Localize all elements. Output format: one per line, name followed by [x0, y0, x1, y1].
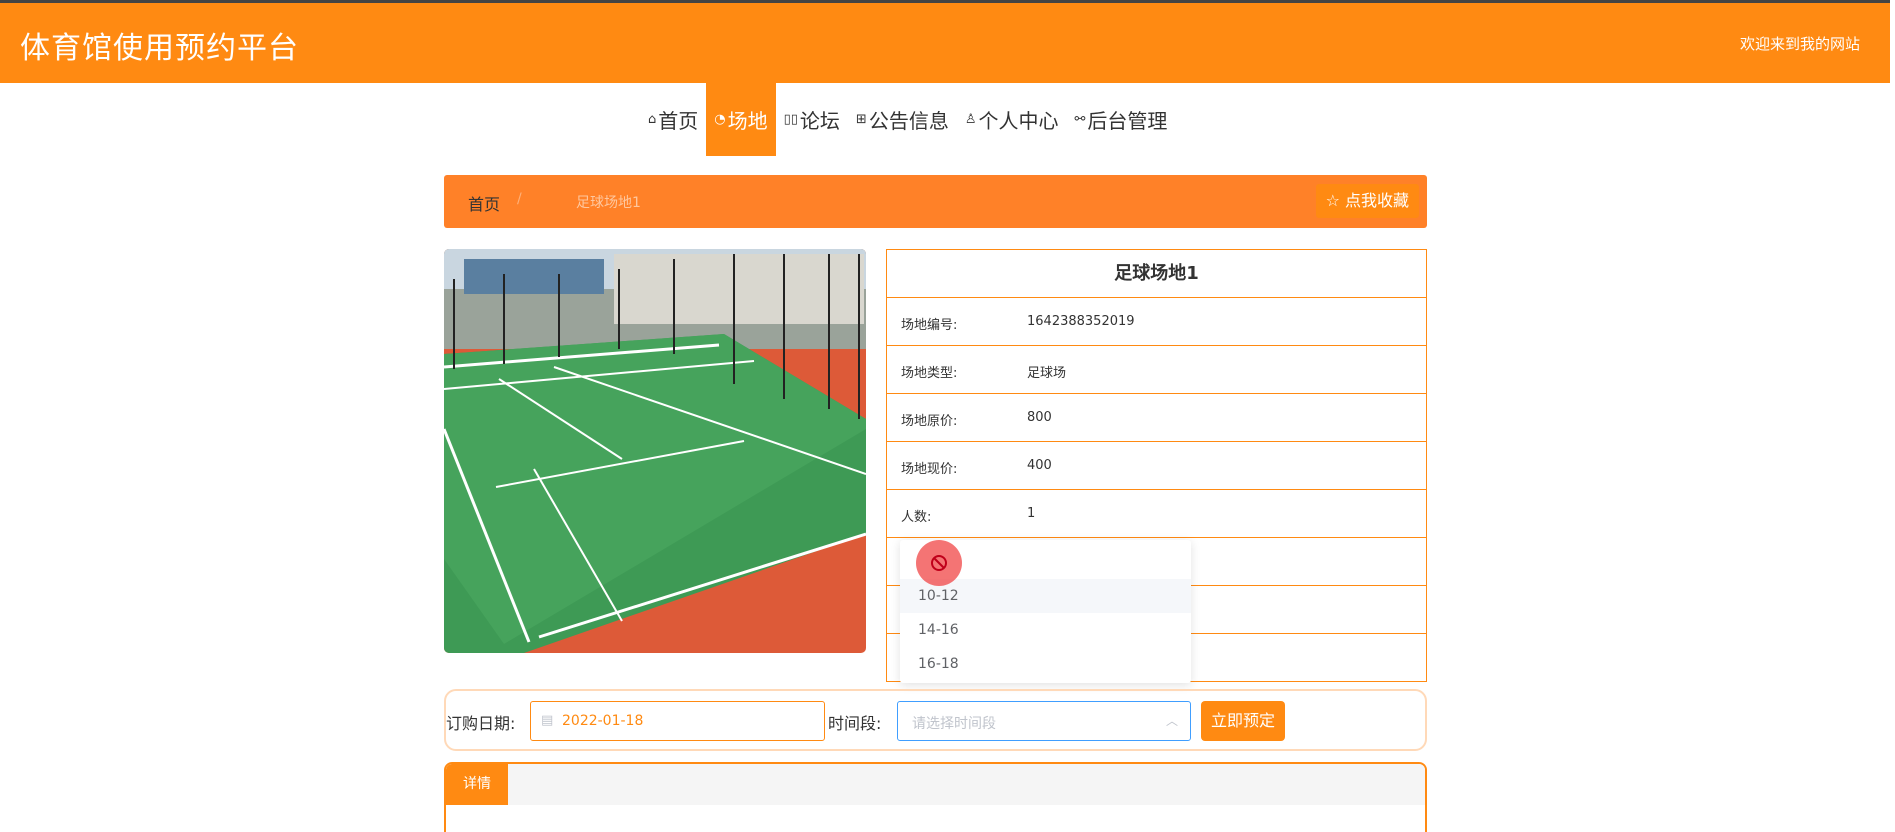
grid-icon: ⊞ — [855, 112, 867, 127]
info-value: 足球场 — [1027, 366, 1067, 381]
nav-item-venue[interactable]: ◔ 场地 — [706, 83, 776, 156]
nav-item-forum[interactable]: ▯▯ 论坛 — [776, 83, 848, 156]
order-date-picker[interactable]: ▤ 2022-01-18 — [530, 701, 825, 741]
chevron-up-icon: ︿ — [1165, 714, 1178, 728]
welcome-text: 欢迎来到我的网站 — [1739, 35, 1860, 53]
home-icon: ⌂ — [648, 112, 657, 127]
info-value: 1642388352019 — [1027, 314, 1135, 329]
link-icon: ⚯ — [1074, 112, 1086, 127]
time-slot-placeholder: 请选择时间段 — [912, 716, 996, 732]
favorite-button[interactable]: ☆ 点我收藏 — [1315, 184, 1419, 218]
info-label: 场地编号: — [901, 318, 958, 333]
info-row: 人数: 1 — [887, 490, 1426, 538]
info-label: 场地现价: — [901, 462, 958, 477]
not-allowed-cursor-icon — [916, 540, 962, 586]
nav-item-label: 论坛 — [799, 109, 840, 133]
tab-detail[interactable]: 详情 — [446, 764, 508, 805]
detail-tabs: 详情 — [446, 764, 1425, 805]
info-label: 场地类型: — [901, 366, 958, 381]
user-icon: ♙ — [964, 112, 977, 127]
venue-title: 足球场地1 — [887, 250, 1426, 298]
info-label: 人数: — [901, 510, 932, 525]
info-value: 800 — [1027, 410, 1052, 425]
time-slot-option[interactable]: 16-18 — [900, 647, 1191, 681]
nav-item-label: 公告信息 — [868, 109, 949, 133]
info-row: 场地现价: 400 — [887, 442, 1426, 490]
nav-item-home[interactable]: ⌂ 首页 — [640, 83, 706, 156]
time-slot-select[interactable]: 请选择时间段 ︿ — [897, 701, 1191, 741]
nav-item-label: 场地 — [727, 109, 768, 133]
order-date-label: 订购日期: — [446, 714, 516, 733]
site-title: 体育馆使用预约平台 — [20, 31, 299, 66]
time-slot-label: 时间段: — [828, 714, 882, 733]
book-icon: ▯▯ — [783, 112, 798, 127]
nav-item-label: 个人中心 — [978, 109, 1059, 133]
breadcrumb-separator: / — [517, 191, 522, 207]
breadcrumb-home[interactable]: 首页 — [468, 191, 500, 215]
calendar-icon: ▤ — [541, 713, 554, 728]
order-date-value: 2022-01-18 — [562, 713, 644, 729]
time-slot-option[interactable]: 14-16 — [900, 613, 1191, 647]
nav-item-announcements[interactable]: ⊞ 公告信息 — [848, 83, 957, 156]
info-row: 场地编号: 1642388352019 — [887, 298, 1426, 346]
nav-item-admin[interactable]: ⚯ 后台管理 — [1066, 83, 1175, 156]
info-value: 400 — [1027, 458, 1052, 473]
info-label: 场地原价: — [901, 414, 958, 429]
info-row: 场地类型: 足球场 — [887, 346, 1426, 394]
info-row: 场地原价: 800 — [887, 394, 1426, 442]
gauge-icon: ◔ — [714, 112, 726, 127]
nav-item-profile[interactable]: ♙ 个人中心 — [957, 83, 1067, 156]
main-nav: ⌂ 首页 ◔ 场地 ▯▯ 论坛 ⊞ 公告信息 ♙ 个人中心 ⚯ 后台管理 — [640, 83, 1175, 156]
booking-form: 订购日期: ▤ 2022-01-18 时间段: 请选择时间段 ︿ 立即预定 — [444, 689, 1427, 751]
nav-item-label: 首页 — [658, 109, 699, 133]
info-value: 1 — [1027, 506, 1036, 521]
breadcrumb: 首页 / 足球场地1 ☆ 点我收藏 — [444, 175, 1427, 228]
detail-panel: 详情 — [444, 762, 1427, 832]
breadcrumb-current: 足球场地1 — [576, 195, 641, 211]
nav-item-label: 后台管理 — [1087, 109, 1168, 133]
top-header: 体育馆使用预约平台 欢迎来到我的网站 — [0, 0, 1890, 83]
venue-image — [444, 249, 866, 653]
book-now-button[interactable]: 立即预定 — [1201, 701, 1285, 741]
